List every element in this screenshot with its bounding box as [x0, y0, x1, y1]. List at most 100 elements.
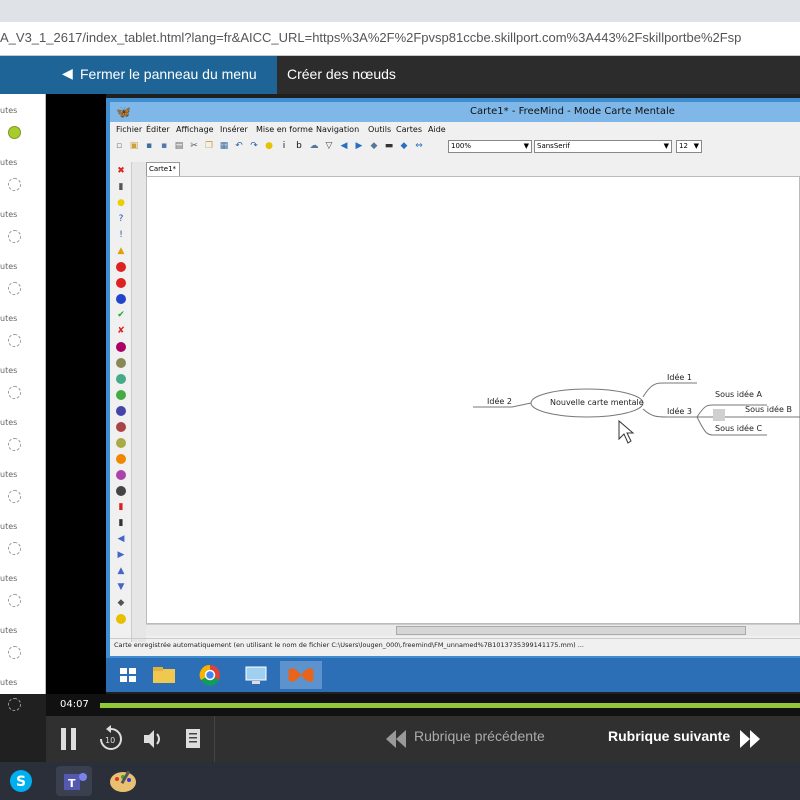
trash-icon[interactable]: ▮ — [116, 182, 126, 192]
stop-icon[interactable] — [116, 262, 126, 272]
link-icon[interactable]: ⇔ — [414, 141, 424, 152]
priority-6-icon[interactable] — [116, 422, 126, 432]
menu-item[interactable]: utes — [0, 106, 46, 158]
menu-item[interactable]: utes — [0, 210, 46, 262]
save-icon[interactable]: ▪ — [144, 141, 154, 152]
warning-icon[interactable]: ▲ — [116, 246, 126, 256]
mindmap-node-sub-c[interactable]: Sous idée C — [715, 424, 762, 433]
bulb-icon[interactable]: ● — [264, 141, 274, 152]
menu-item[interactable]: utes — [0, 470, 46, 522]
cut-icon[interactable]: ✂ — [189, 141, 199, 152]
priority-4-icon[interactable] — [116, 390, 126, 400]
freemind-menu-item[interactable]: Aide — [428, 125, 446, 134]
italic-icon[interactable]: i — [279, 141, 289, 152]
pause-button[interactable] — [58, 724, 82, 754]
edge-icon[interactable]: ▬ — [384, 141, 394, 152]
filter-icon[interactable]: ▽ — [324, 141, 334, 152]
freemind-menu-item[interactable]: Mise en forme — [256, 125, 313, 134]
skype-icon[interactable]: S — [6, 766, 36, 796]
priority-9-icon[interactable] — [116, 470, 126, 480]
redo-icon[interactable]: ↷ — [249, 141, 259, 152]
bulb-icon[interactable]: ● — [116, 198, 126, 208]
transcript-button[interactable] — [182, 724, 204, 754]
priority-3-icon[interactable] — [116, 374, 126, 384]
freemind-splitter[interactable] — [132, 162, 146, 642]
smiley-icon[interactable] — [116, 614, 126, 624]
priority-7-icon[interactable] — [116, 438, 126, 448]
font-select[interactable]: SansSerif ▼ — [534, 140, 672, 153]
menu-item[interactable]: utes — [0, 678, 46, 730]
freemind-menu-item[interactable]: Navigation — [316, 125, 359, 134]
menu-item[interactable]: utes — [0, 522, 46, 574]
priority-8-icon[interactable] — [116, 454, 126, 464]
zoom-select[interactable]: 100% ▼ — [448, 140, 532, 153]
tab-carte1[interactable]: Carte1* — [146, 162, 180, 176]
open-icon[interactable]: ▣ — [129, 141, 139, 152]
size-select[interactable]: 12 ▼ — [676, 140, 702, 153]
question-icon[interactable]: ? — [116, 214, 126, 224]
tag-icon[interactable]: ◆ — [116, 598, 126, 608]
info-icon[interactable] — [116, 294, 126, 304]
menu-item[interactable]: utes — [0, 158, 46, 210]
back-icon[interactable]: ◀ — [339, 141, 349, 152]
back-arrow-icon[interactable]: ◀ — [116, 534, 126, 544]
undo-icon[interactable]: ↶ — [234, 141, 244, 152]
cross-icon[interactable]: ✘ — [116, 326, 126, 336]
phone-icon[interactable]: ▮ — [116, 518, 126, 528]
freemind-menu-item[interactable]: Affichage — [176, 125, 214, 134]
mindmap-node-sub-a[interactable]: Sous idée A — [715, 390, 762, 399]
down-arrow-icon[interactable]: ▼ — [116, 582, 126, 592]
menu-item[interactable]: utes — [0, 262, 46, 314]
menu-item[interactable]: utes — [0, 314, 46, 366]
mindmap-node-idea2[interactable]: Idée 2 — [487, 397, 512, 406]
freemind-menu-item[interactable]: Insérer — [220, 125, 248, 134]
save-as-icon[interactable]: ▪ — [159, 141, 169, 152]
freemind-toolbar: 100% ▼ SansSerif ▼ 12 ▼ ▫ ▣ ▪ ▪ ▤ ✂ ❐ ▦ ↶ ↷ ● i b ☁ ▽ ◀ ▶ ◆ ▬… — [110, 139, 800, 155]
priority-2-icon[interactable] — [116, 358, 126, 368]
freemind-menu-item[interactable]: Éditer — [146, 125, 170, 134]
mindmap-node-idea1[interactable]: Idée 1 — [667, 373, 692, 382]
progress-bar[interactable] — [100, 703, 800, 708]
close-icon[interactable]: ✖ — [116, 166, 126, 176]
freemind-menu-item[interactable]: Fichier — [116, 125, 142, 134]
print-icon[interactable]: ▤ — [174, 141, 184, 152]
address-bar[interactable]: A_V3_1_2617/index_tablet.html?lang=fr&AI… — [0, 22, 800, 56]
battery-icon[interactable]: ▮ — [116, 502, 126, 512]
menu-item[interactable]: utes — [0, 626, 46, 678]
forward-arrow-icon[interactable]: ▶ — [116, 550, 126, 560]
next-topic-button[interactable]: Rubrique suivante — [608, 728, 730, 744]
stopwatch-icon[interactable] — [116, 486, 126, 496]
mindmap-node-sub-b[interactable]: Sous idée B — [745, 405, 792, 414]
no-entry-icon[interactable] — [116, 278, 126, 288]
freemind-menu-item[interactable]: Cartes — [396, 125, 422, 134]
paint-icon[interactable] — [104, 766, 142, 796]
layout-icon[interactable]: ◆ — [399, 141, 409, 152]
forward-icon[interactable]: ▶ — [354, 141, 364, 152]
mindmap-node-idea3[interactable]: Idée 3 — [667, 407, 692, 416]
rewind-10-button[interactable]: 10 — [96, 724, 126, 754]
paste-icon[interactable]: ▦ — [219, 141, 229, 152]
volume-button[interactable] — [140, 724, 166, 754]
new-icon[interactable]: ▫ — [114, 141, 124, 152]
node-icon[interactable]: ◆ — [369, 141, 379, 152]
menu-item[interactable]: utes — [0, 418, 46, 470]
mindmap-canvas[interactable]: Nouvelle carte mentale Idée 2 Idée 1 Idé… — [146, 176, 800, 624]
up-arrow-icon[interactable]: ▲ — [116, 566, 126, 576]
close-menu-button[interactable]: ◀ Fermer le panneau du menu — [0, 56, 277, 94]
menu-item[interactable]: utes — [0, 574, 46, 626]
cloud-icon[interactable]: ☁ — [309, 141, 319, 152]
address-url[interactable]: A_V3_1_2617/index_tablet.html?lang=fr&AI… — [0, 30, 741, 45]
freemind-menu-item[interactable]: Outils — [368, 125, 391, 134]
previous-topic-button[interactable]: Rubrique précédente — [414, 728, 545, 744]
copy-icon[interactable]: ❐ — [204, 141, 214, 152]
menu-item[interactable]: utes — [0, 366, 46, 418]
scrollbar-thumb[interactable] — [396, 626, 746, 635]
check-icon[interactable]: ✔ — [116, 310, 126, 320]
exclamation-icon[interactable]: ! — [116, 230, 126, 240]
bold-icon[interactable]: b — [294, 141, 304, 152]
teams-icon[interactable]: T — [56, 766, 92, 796]
horizontal-scrollbar[interactable] — [146, 624, 800, 636]
mindmap-root-node[interactable]: Nouvelle carte mentale — [550, 398, 644, 407]
priority-1-icon[interactable] — [116, 342, 126, 352]
priority-5-icon[interactable] — [116, 406, 126, 416]
